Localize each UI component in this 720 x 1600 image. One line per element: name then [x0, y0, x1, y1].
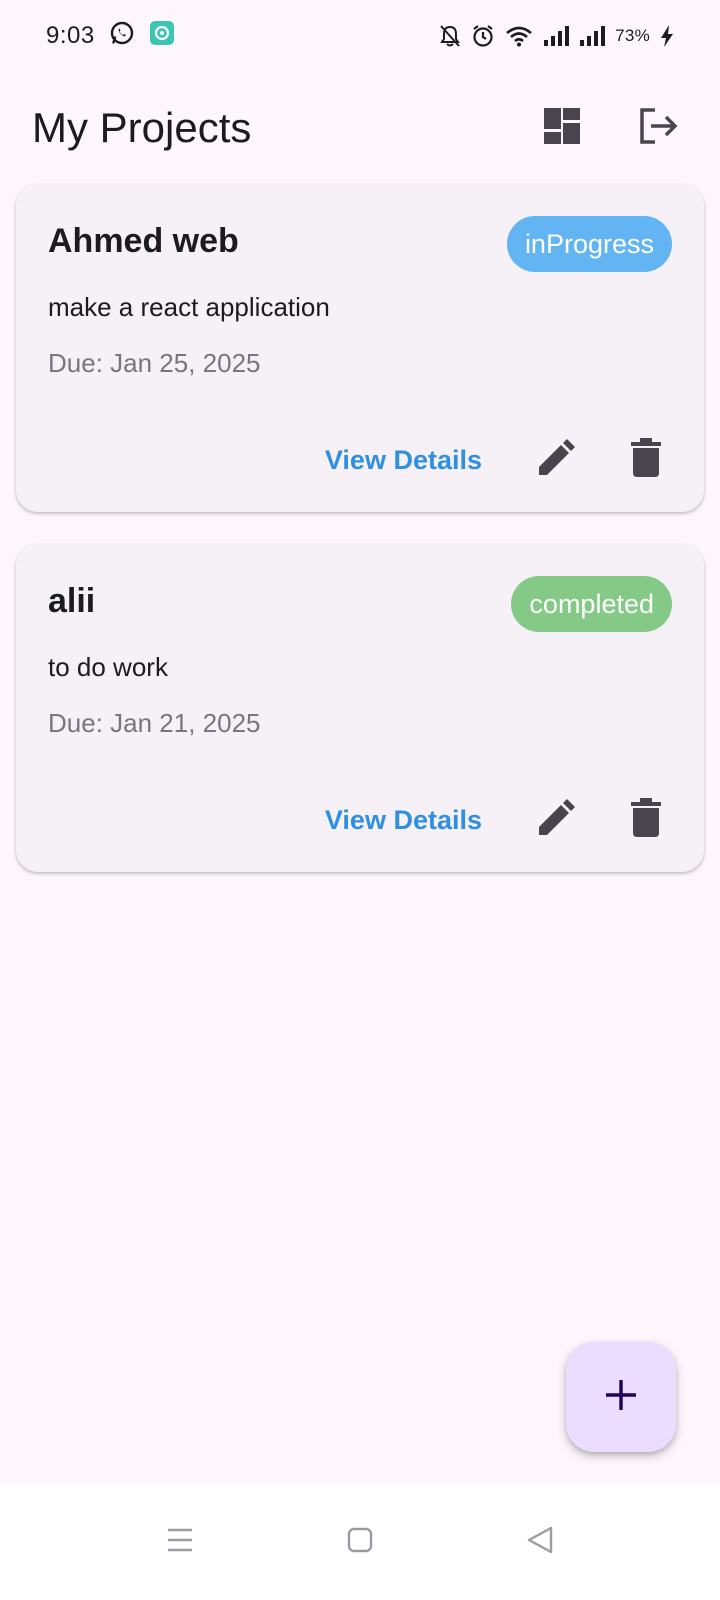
edit-icon [536, 798, 576, 843]
trash-icon [630, 797, 662, 843]
project-card[interactable]: alii completed to do work Due: Jan 21, 2… [16, 544, 704, 872]
status-right: 73% [439, 24, 674, 48]
status-bar: 9:03 73% [0, 0, 720, 72]
back-triangle-icon [526, 1525, 554, 1560]
edit-icon [536, 438, 576, 483]
home-button[interactable] [330, 1512, 390, 1572]
project-list: Ahmed web inProgress make a react applic… [16, 184, 704, 904]
logout-button[interactable] [628, 98, 688, 158]
delete-button[interactable] [616, 430, 676, 490]
edit-button[interactable] [526, 790, 586, 850]
project-card[interactable]: Ahmed web inProgress make a react applic… [16, 184, 704, 512]
signal-icon [579, 25, 606, 47]
project-description: make a react application [48, 292, 330, 322]
edit-button[interactable] [526, 430, 586, 490]
wifi-icon [505, 25, 533, 47]
system-nav-bar [0, 1484, 720, 1600]
menu-icon [166, 1527, 194, 1558]
trash-icon [630, 437, 662, 483]
back-button[interactable] [510, 1512, 570, 1572]
status-time: 9:03 [46, 22, 95, 49]
recents-button[interactable] [150, 1512, 210, 1572]
add-project-button[interactable] [566, 1342, 676, 1452]
dashboard-button[interactable] [532, 98, 592, 158]
logout-icon [637, 106, 679, 151]
project-due-date: Due: Jan 21, 2025 [48, 708, 261, 738]
mute-bell-icon [439, 24, 461, 48]
alarm-icon [471, 24, 495, 48]
home-square-icon [346, 1526, 374, 1559]
project-due-date: Due: Jan 25, 2025 [48, 348, 261, 378]
plus-icon [604, 1378, 638, 1417]
view-details-button[interactable]: View Details [325, 805, 482, 836]
charging-icon [660, 24, 674, 48]
project-name: Ahmed web [48, 222, 239, 260]
page-title: My Projects [32, 104, 252, 151]
signal-icon [543, 25, 570, 47]
project-name: alii [48, 582, 96, 620]
whatsapp-icon [109, 20, 135, 53]
card-actions: View Details [325, 790, 676, 850]
app-bar: My Projects [0, 72, 720, 184]
card-actions: View Details [325, 430, 676, 490]
view-details-button[interactable]: View Details [325, 445, 482, 476]
status-badge: completed [511, 576, 672, 632]
app-bar-actions [532, 98, 688, 158]
delete-button[interactable] [616, 790, 676, 850]
status-badge: inProgress [506, 216, 672, 272]
status-left: 9:03 [46, 20, 175, 53]
app-notification-icon [149, 20, 175, 53]
dashboard-icon [542, 106, 582, 151]
screen: 9:03 73% My Projects Ahmed web inProgres… [0, 0, 720, 1600]
project-description: to do work [48, 652, 168, 682]
battery-level: 73% [615, 26, 650, 45]
